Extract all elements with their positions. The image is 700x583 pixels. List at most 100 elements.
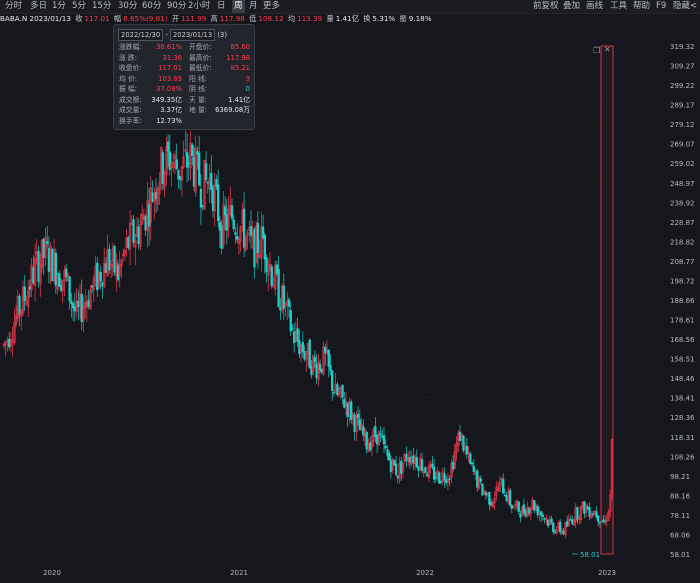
candle-body — [481, 483, 484, 496]
range-stats-popup: 2022/12/30 - 2023/01/13 (3) 涨跌幅: 36.61% 开盘… — [113, 24, 255, 130]
stat-label: 成交量: — [119, 106, 142, 114]
y-tick-label: 138.41 — [670, 395, 695, 403]
y-tick-label: 178.61 — [670, 317, 695, 325]
candle-body — [185, 151, 189, 168]
stat-value: 117.98 — [226, 53, 250, 62]
candle-body — [327, 349, 330, 367]
stat-label: 天 量: — [189, 95, 208, 104]
candle-body — [448, 478, 451, 481]
candle-body — [508, 490, 512, 506]
candle-body — [223, 206, 227, 216]
candle-body — [23, 286, 26, 302]
candle-body — [382, 435, 386, 445]
stat-label: 最高价: — [189, 53, 212, 62]
candle-body — [384, 445, 387, 449]
candle-body — [517, 501, 520, 512]
range-count: (3) — [217, 31, 227, 39]
x-tick-label: 2020 — [43, 569, 61, 577]
min-price-label: 58.01 — [580, 551, 600, 559]
candle-body — [472, 465, 475, 472]
candle-body — [415, 457, 418, 467]
y-tick-label: 108.26 — [670, 453, 695, 461]
candle-body — [132, 219, 135, 243]
candle-body — [191, 144, 194, 156]
candle-body — [420, 459, 424, 472]
y-tick-label: 238.92 — [670, 199, 695, 207]
candle-body — [313, 356, 317, 363]
candle-body — [329, 364, 332, 372]
y-tick-label: 58.01 — [670, 551, 690, 559]
range-separator: - — [165, 31, 168, 39]
candle-body — [331, 370, 334, 391]
candle-body — [46, 241, 49, 244]
y-tick-label: 68.06 — [670, 531, 691, 539]
stat-label: 涨跌幅: — [119, 43, 142, 51]
stat-label: 换手率: — [119, 116, 142, 125]
range-end-date[interactable]: 2023/01/13 — [169, 29, 216, 41]
candlestick-chart[interactable]: 319.32 309.27 299.22 289.17 279.12 269.07 259.… — [0, 0, 700, 583]
stat-value: 36.61% — [156, 43, 182, 51]
y-tick-label: 188.66 — [670, 297, 695, 305]
candle-body — [550, 518, 553, 524]
candle-body — [236, 236, 239, 240]
range-start-date[interactable]: 2022/12/30 — [118, 29, 164, 41]
stat-value: 85.21 — [230, 64, 250, 72]
candle-body — [540, 511, 543, 516]
candle-body — [597, 515, 600, 522]
stat-value: 1.41亿 — [228, 95, 250, 104]
y-tick-label: 78.11 — [670, 512, 690, 520]
candle-body — [204, 163, 208, 180]
stat-label: 阳 线: — [189, 74, 208, 83]
x-tick-label: 2023 — [598, 569, 616, 577]
stat-value: 6369.08万 — [215, 106, 250, 114]
candle-body — [198, 152, 201, 186]
candle-body — [394, 463, 398, 475]
candle-body — [598, 522, 602, 524]
x-tick-label: 2021 — [230, 569, 248, 577]
candle-body — [479, 478, 482, 482]
stat-value: 37.09% — [156, 85, 182, 93]
candle-body — [388, 452, 391, 461]
candle-body — [232, 219, 235, 230]
candle-body — [434, 477, 437, 479]
candle-body — [541, 514, 545, 518]
stat-label: 阴 线: — [189, 85, 208, 93]
stat-value: 31.36 — [162, 53, 182, 62]
candle-body — [287, 299, 291, 307]
candle-body — [175, 159, 178, 169]
range-date-row: 2022/12/30 - 2023/01/13 (3) — [118, 29, 227, 41]
candle-body — [256, 222, 260, 254]
stat-value: 0 — [245, 85, 250, 93]
candle-body — [341, 384, 344, 398]
candle-body — [166, 141, 170, 152]
close-icon[interactable]: ✕ — [604, 45, 611, 54]
y-tick-label: 259.02 — [670, 160, 695, 168]
candle-body — [439, 481, 443, 483]
candle-body — [230, 205, 234, 219]
candle-body — [559, 521, 562, 533]
candle-body — [502, 478, 505, 494]
stat-value: 117.01 — [158, 64, 182, 72]
candle-body — [68, 276, 71, 301]
candle-body — [270, 266, 273, 287]
y-tick-label: 148.46 — [670, 375, 695, 383]
y-tick-label: 168.56 — [670, 336, 695, 344]
stat-label: 最低价: — [189, 64, 212, 72]
y-tick-label: 309.27 — [670, 63, 695, 71]
stat-value: 349.35亿 — [151, 95, 182, 104]
candle-body — [277, 268, 280, 307]
stat-label: 振 幅: — [119, 85, 138, 93]
y-tick-label: 248.97 — [670, 180, 695, 188]
candle-body — [296, 328, 299, 342]
candle-body — [576, 507, 579, 520]
copy-icon[interactable]: ❐ — [593, 46, 600, 55]
stat-value: 85.60 — [230, 43, 250, 51]
y-tick-label: 269.07 — [670, 141, 695, 149]
candle-body — [58, 273, 61, 287]
stat-label: 均 价: — [119, 74, 138, 83]
candle-body — [291, 327, 294, 330]
candle-body — [470, 462, 474, 465]
y-tick-label: 98.21 — [670, 473, 690, 481]
y-tick-label: 198.72 — [670, 277, 695, 285]
candle-body — [552, 522, 555, 533]
